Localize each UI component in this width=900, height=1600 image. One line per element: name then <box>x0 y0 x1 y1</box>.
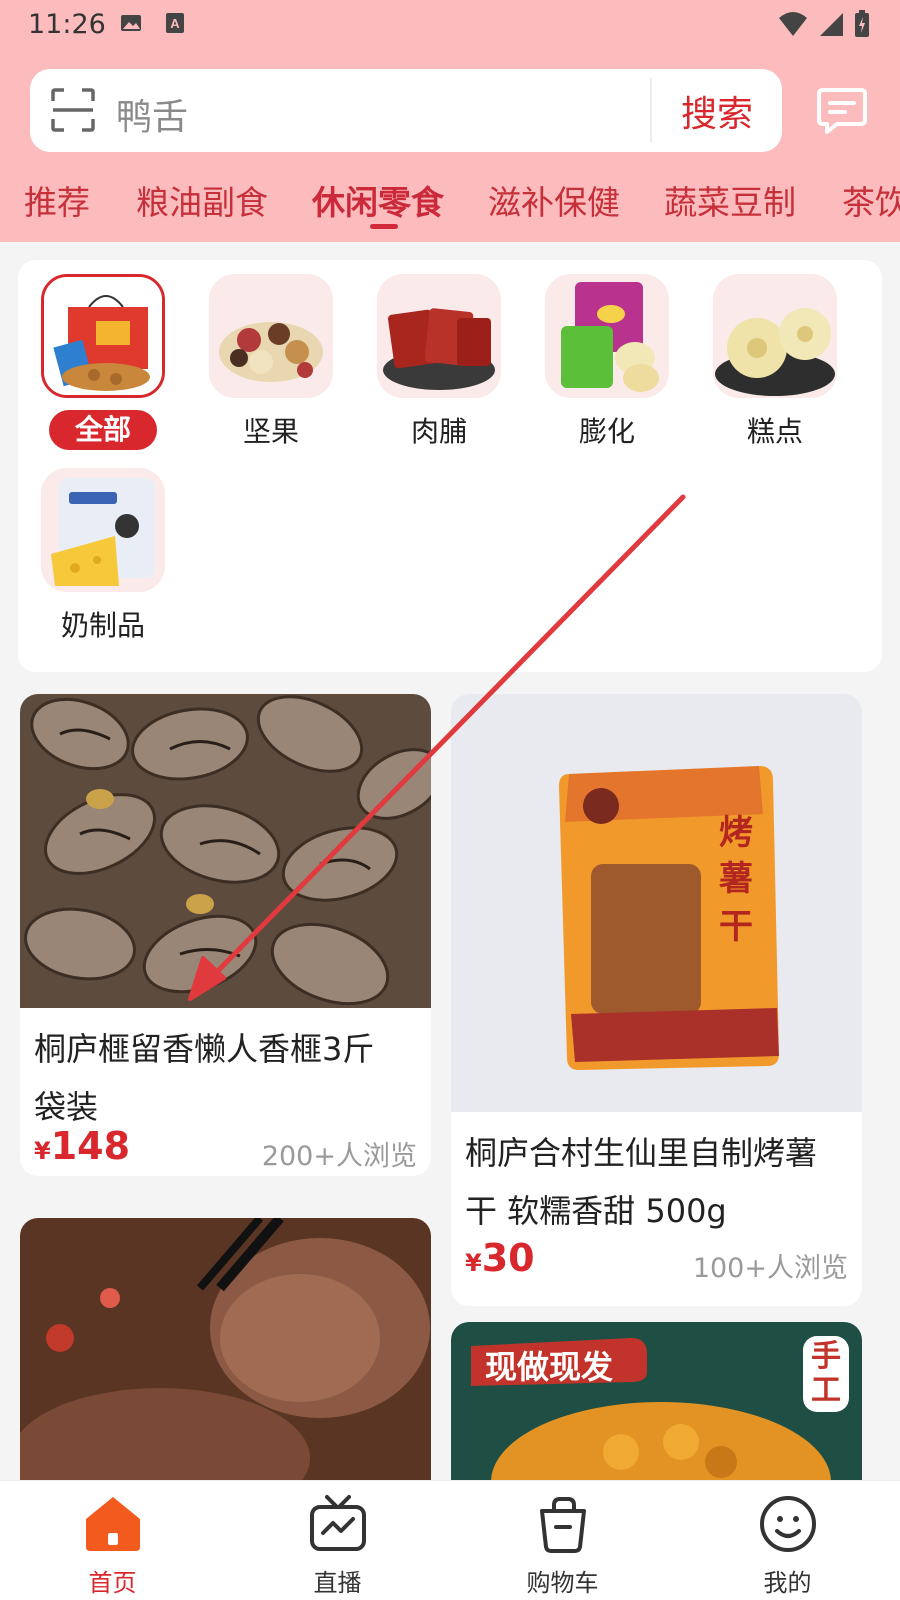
currency-symbol: ¥ <box>465 1249 482 1277</box>
active-tab-indicator <box>370 224 398 229</box>
search-button[interactable]: 搜索 <box>652 69 782 152</box>
nav-live[interactable]: 直播 <box>225 1481 450 1600</box>
tab-grain-oil[interactable]: 粮油副食 <box>136 176 268 224</box>
cart-icon <box>540 1497 586 1553</box>
scan-icon[interactable] <box>50 87 96 133</box>
nav-label: 我的 <box>763 1569 812 1597</box>
handmade-badge: 手工 <box>811 1339 841 1408</box>
search-input[interactable]: 鸭舌 <box>116 88 188 140</box>
subcategory-jerky[interactable]: 肉脯 <box>364 274 514 452</box>
chips-image <box>545 274 669 398</box>
nav-cart[interactable]: 购物车 <box>450 1481 675 1600</box>
tab-snacks[interactable]: 休闲零食 <box>312 176 444 224</box>
subcategory-label: 膨化 <box>578 415 635 448</box>
product-image: 烤 薯 干 <box>451 694 862 1112</box>
status-time: 11:26 <box>28 9 106 40</box>
signal-icon <box>820 13 843 36</box>
category-tabs: 推荐 粮油副食 休闲零食 滋补保健 蔬菜豆制 茶饮 <box>0 176 900 236</box>
subcategory-dairy[interactable]: 奶制品 <box>28 468 178 646</box>
product-image <box>20 1218 431 1480</box>
home-icon <box>86 1497 140 1551</box>
bottom-nav: 首页 直播 购物车 我的 <box>0 1480 900 1600</box>
product-image <box>20 694 431 1008</box>
gift-box-image <box>41 274 165 398</box>
status-indicators <box>778 10 870 38</box>
pack-char-1: 烤 <box>719 813 753 853</box>
price-value: 148 <box>50 1124 131 1168</box>
product-title-line1: 桐庐榧留香懒人香榧3斤 <box>34 1030 375 1068</box>
pack-char-2: 薯 <box>719 859 753 899</box>
status-bar: 11:26 A <box>0 0 900 50</box>
tab-tea[interactable]: 茶饮 <box>842 176 900 224</box>
pastry-image <box>713 274 837 398</box>
product-views: 100+人浏览 <box>692 1253 848 1284</box>
product-price: ¥148 <box>34 1124 130 1168</box>
product-title-line2: 干 软糯香甜 500g <box>465 1192 727 1230</box>
product-card[interactable]: 现做现发 手工 <box>451 1322 862 1480</box>
a-icon: A <box>166 13 184 33</box>
subcategory-puffed[interactable]: 膨化 <box>532 274 682 452</box>
message-icon[interactable] <box>815 86 869 136</box>
subcategory-label: 全部 <box>48 410 157 450</box>
handmade-banner: 现做现发 <box>485 1348 614 1386</box>
tab-health[interactable]: 滋补保健 <box>488 176 620 224</box>
nav-home[interactable]: 首页 <box>0 1481 225 1600</box>
subcategory-label: 坚果 <box>242 415 299 448</box>
pack-char-3: 干 <box>719 907 753 947</box>
nuts-image <box>209 274 333 398</box>
smiley-icon <box>760 1496 816 1552</box>
header: 11:26 A 鸭舌 搜索 推荐 粮油副食 休闲零食 滋补保健 蔬菜豆制 茶饮 <box>0 0 900 242</box>
nav-label: 购物车 <box>526 1569 599 1597</box>
subcategory-all[interactable]: 全部 <box>28 274 178 450</box>
battery-icon <box>855 10 869 37</box>
subcategory-nuts[interactable]: 坚果 <box>196 274 346 452</box>
product-card[interactable]: 桐庐榧留香懒人香榧3斤 袋装 ¥148 200+人浏览 <box>20 694 431 1176</box>
subcategory-panel: 全部 坚果 肉脯 膨化 糕点 奶制品 <box>18 260 882 672</box>
cheese-image <box>41 468 165 592</box>
nav-profile[interactable]: 我的 <box>675 1481 900 1600</box>
price-value: 30 <box>481 1236 535 1280</box>
product-price: ¥30 <box>465 1236 535 1280</box>
subcategory-pastry[interactable]: 糕点 <box>700 274 850 452</box>
nav-label: 直播 <box>313 1569 362 1597</box>
svg-text:A: A <box>170 16 180 31</box>
subcategory-label: 肉脯 <box>410 415 467 448</box>
nav-label: 首页 <box>88 1569 137 1597</box>
subcategory-label: 糕点 <box>746 415 803 448</box>
wifi-icon <box>779 12 807 36</box>
product-card[interactable]: 烤 薯 干 桐庐合村生仙里自制烤薯 干 软糯香甜 500g ¥30 100+人浏… <box>451 694 862 1306</box>
product-title-line1: 桐庐合村生仙里自制烤薯 <box>465 1134 818 1172</box>
product-card[interactable] <box>20 1218 431 1480</box>
product-views: 200+人浏览 <box>261 1141 417 1172</box>
tv-icon <box>310 1495 366 1551</box>
jerky-image <box>377 274 501 398</box>
gallery-icon <box>121 15 141 31</box>
subcategory-label: 奶制品 <box>60 609 145 642</box>
tab-vegetables[interactable]: 蔬菜豆制 <box>664 176 796 224</box>
search-bar: 鸭舌 搜索 <box>30 69 782 152</box>
tab-recommend[interactable]: 推荐 <box>24 176 90 224</box>
currency-symbol: ¥ <box>34 1137 51 1165</box>
